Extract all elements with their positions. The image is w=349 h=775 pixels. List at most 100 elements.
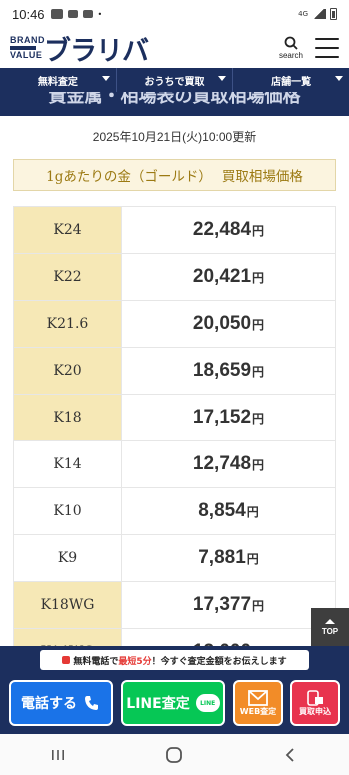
search-button[interactable]: search [279, 36, 303, 60]
cta-banner: 無料電話で 最短5分 ！今すぐ査定金額をお伝えします [40, 650, 309, 670]
chevron-down-icon [101, 76, 110, 81]
status-bar: 10:46 • 4G [0, 0, 349, 28]
price-unit: 円 [252, 411, 265, 426]
phone-icon [85, 696, 98, 710]
karat-cell: K9 [13, 534, 122, 583]
nav-label: 店舗一覧 [271, 76, 312, 88]
line-icon: LINE [195, 694, 220, 712]
price-unit: 円 [246, 505, 259, 520]
back-icon[interactable] [283, 747, 299, 763]
price-cell: 22,484円 [121, 206, 336, 254]
arrow-up-icon [325, 618, 335, 624]
banner-text-post: ！今すぐ査定金額をお伝えします [151, 656, 287, 667]
back-to-top-button[interactable]: TOP [311, 608, 349, 646]
phone-box-icon [307, 689, 323, 706]
nav-item-store-list[interactable]: 店舗一覧 [233, 68, 349, 92]
karat-cell: K10 [13, 487, 122, 536]
signal-icon [312, 9, 326, 19]
price-cell: 20,050円 [121, 299, 336, 348]
mail-icon [248, 689, 268, 706]
price-row: K22 20,421円 [13, 252, 336, 301]
price-table-title: 1gあたりの金（ゴールド） 買取相場価格 [13, 159, 336, 191]
price-value: 18,659 [192, 359, 252, 381]
price-unit: 円 [252, 599, 265, 614]
karat-cell: K14 [13, 440, 122, 489]
price-cell: 12,748円 [121, 440, 336, 489]
web-label: WEB査定 [239, 706, 277, 716]
call-button[interactable]: 電話する [9, 680, 113, 726]
notification-icon [67, 10, 78, 18]
site-header: BRAND VALUE ブラリバ search [0, 28, 349, 68]
price-row: K10 8,854円 [13, 487, 336, 536]
call-label: 電話する [21, 696, 77, 712]
price-row: K14 12,748円 [13, 440, 336, 489]
main-nav: 無料査定 おうちで買取 店舗一覧 [0, 68, 349, 92]
karat-cell: K22 [13, 252, 122, 301]
cta-bar: 無料電話で 最短5分 ！今すぐ査定金額をお伝えします 電話する LINE査定 LIN… [0, 646, 349, 734]
top-label: TOP [321, 626, 339, 636]
recent-apps-icon[interactable] [50, 747, 66, 763]
price-unit: 円 [252, 364, 265, 379]
karat-cell: K14WG [13, 628, 122, 646]
price-value: 12,748 [192, 453, 252, 475]
chevron-down-icon [335, 76, 344, 81]
price-cell: 17,377円 [121, 581, 336, 630]
line-appraisal-button[interactable]: LINE査定 LINE [121, 680, 225, 726]
banner-highlight: 最短5分 [118, 656, 152, 667]
price-row: K20 18,659円 [13, 346, 336, 395]
web-appraisal-button[interactable]: WEB査定 [233, 680, 283, 726]
chevron-down-icon [218, 76, 227, 81]
status-time: 10:46 [12, 6, 45, 22]
price-row: K24 22,484円 [13, 206, 336, 254]
price-value: 17,377 [192, 594, 252, 616]
price-value: 22,484 [192, 218, 252, 240]
chat-icon [82, 10, 93, 18]
price-table-viewport: K24 22,484円 K22 20,421円 K21.6 20,050円 K20 18,65… [0, 206, 349, 646]
battery-icon [330, 8, 337, 20]
site-logo[interactable]: BRAND VALUE ブラリバ [10, 29, 149, 68]
gallery-icon [50, 9, 63, 19]
logo-main-text: ブラリバ [44, 35, 149, 67]
karat-cell: K24 [13, 206, 122, 254]
banner-text-pre: 無料電話で [73, 656, 119, 667]
price-unit: 円 [252, 458, 265, 473]
title-part1: 1gあたりの金（ゴールド） [46, 169, 212, 185]
nav-label: 無料査定 [37, 76, 78, 88]
purchase-request-button[interactable]: 買取申込 [290, 680, 340, 726]
price-value: 20,421 [192, 265, 252, 287]
price-value: 17,152 [192, 406, 252, 428]
price-value: 7,881 [198, 547, 246, 569]
nav-item-home-purchase[interactable]: おうちで買取 [117, 68, 234, 92]
karat-cell: K20 [13, 346, 122, 395]
logo-wordmark: BRAND VALUE [10, 36, 45, 60]
price-value: 8,854 [198, 500, 246, 522]
nav-item-free-appraisal[interactable]: 無料査定 [0, 68, 117, 92]
price-row: K9 7,881円 [13, 534, 336, 583]
buy-label: 買取申込 [299, 706, 331, 716]
title-text: 1gあたりの金（ゴールド） 買取相場価格 [46, 165, 303, 185]
karat-cell: K18WG [13, 581, 122, 630]
title-part2: 買取相場価格 [221, 169, 303, 185]
page-heading-band: 貴金属・相場表の買取相場価格 [0, 92, 349, 116]
price-unit: 円 [252, 317, 265, 332]
header-actions: search [279, 36, 339, 60]
price-cell: 13,000円 [121, 628, 336, 646]
updated-timestamp: 2025年10月21日(火)10:00更新 [92, 130, 257, 144]
android-nav-bar [0, 734, 349, 775]
price-unit: 円 [252, 223, 265, 238]
karat-cell: K21.6 [13, 299, 122, 348]
price-cell: 20,421円 [121, 252, 336, 301]
price-cell: 7,881円 [121, 534, 336, 583]
price-row: K18 17,152円 [13, 393, 336, 442]
price-cell: 8,854円 [121, 487, 336, 536]
hamburger-menu-icon[interactable] [315, 38, 339, 58]
phone-badge-icon [62, 656, 71, 664]
search-icon [284, 36, 298, 50]
dot-icon: • [97, 9, 103, 19]
nav-label: おうちで買取 [144, 76, 205, 88]
search-label: search [278, 51, 303, 60]
price-cell: 18,659円 [121, 346, 336, 395]
home-icon[interactable] [165, 746, 183, 764]
page-heading: 貴金属・相場表の買取相場価格 [48, 92, 301, 107]
price-value: 20,050 [192, 312, 252, 334]
